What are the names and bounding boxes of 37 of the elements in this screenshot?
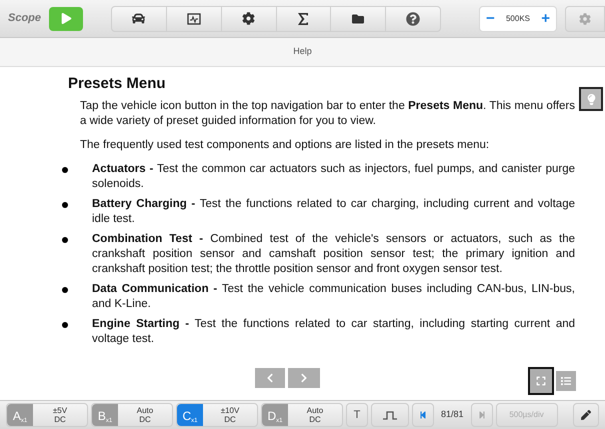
lightbulb-icon xyxy=(586,94,596,104)
play-icon xyxy=(60,13,72,24)
paragraph: Tap the vehicle icon button in the top navigation bar to enter the Presets Menu. This menu offers a wide variety of preset guided information for you to view. xyxy=(80,99,575,129)
app-label: Scope xyxy=(8,11,42,26)
skip-forward-icon xyxy=(478,411,486,419)
right-chevron-icon xyxy=(299,373,309,383)
skip-back-icon xyxy=(419,411,427,419)
frame-counter: 81/81 xyxy=(440,408,465,422)
pen-button[interactable] xyxy=(573,403,599,427)
expand-icon xyxy=(536,376,546,386)
timebase-value: 500KS xyxy=(506,12,530,24)
list-item-text: Actuators - Test the common car actuators such as injectors, fuel pumps, and canister purge solenoids. xyxy=(92,162,575,192)
increase-button[interactable]: + xyxy=(541,11,550,26)
sigma-icon xyxy=(297,12,310,26)
section-heading: Presets Menu xyxy=(68,76,167,91)
first-frame-button[interactable] xyxy=(412,403,434,427)
hint-button[interactable] xyxy=(579,87,603,111)
paragraph: The frequently used test components and options are listed in the presets menu: xyxy=(80,138,490,153)
list-item-text: Battery Charging - Test the functions related to car charging, including current and voltage idle test. xyxy=(92,197,575,227)
left-chevron-icon xyxy=(265,373,275,383)
list-item-text: Data Communication - Test the vehicle communication buses including CAN-bus, LIN-bus, and K-Line. xyxy=(92,282,575,312)
trigger-edge-button[interactable] xyxy=(371,403,409,427)
gear-icon xyxy=(579,12,591,24)
trigger-button[interactable]: T xyxy=(346,403,368,427)
folder-icon xyxy=(352,12,364,24)
header-title: Help xyxy=(293,45,312,58)
decrease-button[interactable]: − xyxy=(486,11,495,26)
list-item-text: Engine Starting - Test the functions related to car starting, including starting current and voltage test. xyxy=(92,317,575,347)
pulse-icon xyxy=(383,410,397,420)
list-icon xyxy=(561,376,571,386)
car-icon xyxy=(132,12,146,25)
help-icon xyxy=(406,12,420,26)
settings-icon xyxy=(242,12,256,25)
list-item-text: Combination Test - Combined test of the vehicle's sensors or actuators, such as the crankshaft position sensor and camshaft position sensor test; the primary ignition and crankshaft position test; the throttle position sensor and front oxygen sensor test. xyxy=(92,232,575,277)
pen-icon xyxy=(581,410,591,420)
expand-button[interactable] xyxy=(528,367,554,395)
waveform-folder-icon xyxy=(186,12,201,24)
